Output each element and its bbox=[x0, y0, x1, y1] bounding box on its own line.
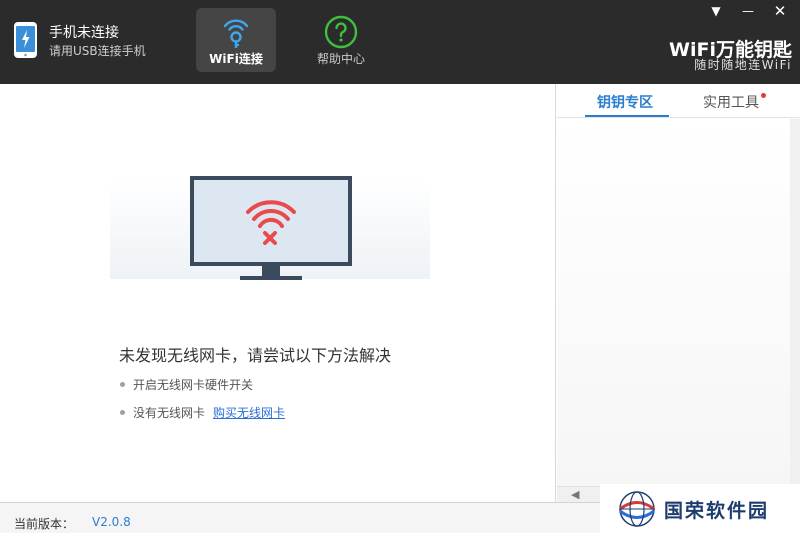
menu-icon[interactable]: ▼ bbox=[706, 2, 726, 20]
no-adapter-message: 未发现无线网卡，请尝试以下方法解决 bbox=[119, 346, 392, 365]
watermark: 国荣软件园 bbox=[600, 484, 800, 533]
main-panel: 未发现无线网卡，请尝试以下方法解决 开启无线网卡硬件开关 没有无线网卡 购买无线网… bbox=[0, 84, 556, 502]
tab-wifi-connect[interactable]: WiFi连接 bbox=[196, 8, 276, 72]
title-bar: 手机未连接 请用USB连接手机 WiFi连接 帮助中心 ▼ — ✕ WiFi万能… bbox=[0, 0, 800, 84]
version-label: 当前版本： bbox=[14, 517, 75, 531]
tip-item: 开启无线网卡硬件开关 bbox=[120, 376, 253, 393]
notification-badge bbox=[761, 93, 766, 98]
scroll-left-icon[interactable]: ◀ bbox=[571, 487, 579, 503]
tip-text: 没有无线网卡 bbox=[133, 406, 206, 420]
phone-status-subtitle: 请用USB连接手机 bbox=[49, 44, 146, 58]
no-wifi-monitor-illustration bbox=[190, 176, 352, 280]
right-panel-content bbox=[557, 119, 800, 489]
right-panel-tabs: 钥钥专区 实用工具 bbox=[557, 84, 800, 118]
help-icon bbox=[324, 15, 358, 49]
tip-item: 没有无线网卡 购买无线网卡 bbox=[120, 404, 285, 421]
bullet-icon bbox=[120, 410, 125, 415]
tip-text: 开启无线网卡硬件开关 bbox=[133, 378, 254, 392]
active-tab-indicator bbox=[585, 115, 669, 117]
tab-help-center[interactable]: 帮助中心 bbox=[301, 8, 381, 72]
minimize-icon[interactable]: — bbox=[738, 2, 758, 20]
wifi-key-icon bbox=[223, 19, 249, 48]
phone-icon bbox=[14, 22, 37, 58]
watermark-text: 国荣软件园 bbox=[664, 500, 770, 522]
bullet-icon bbox=[120, 382, 125, 387]
vertical-scrollbar[interactable] bbox=[790, 119, 800, 489]
brand-slogan: 随时随地连WiFi bbox=[694, 58, 792, 72]
version-value: V2.0.8 bbox=[92, 515, 131, 529]
phone-status-title: 手机未连接 bbox=[49, 25, 119, 41]
close-icon[interactable]: ✕ bbox=[770, 2, 790, 20]
tab-key-zone[interactable]: 钥钥专区 bbox=[597, 92, 653, 112]
tab-tools[interactable]: 实用工具 bbox=[703, 92, 759, 112]
right-panel: 钥钥专区 实用工具 ◀ bbox=[557, 84, 800, 502]
globe-logo-icon bbox=[619, 491, 655, 527]
tab-label: 帮助中心 bbox=[316, 52, 365, 66]
buy-adapter-link[interactable]: 购买无线网卡 bbox=[213, 406, 285, 420]
tab-label: WiFi连接 bbox=[209, 52, 263, 66]
